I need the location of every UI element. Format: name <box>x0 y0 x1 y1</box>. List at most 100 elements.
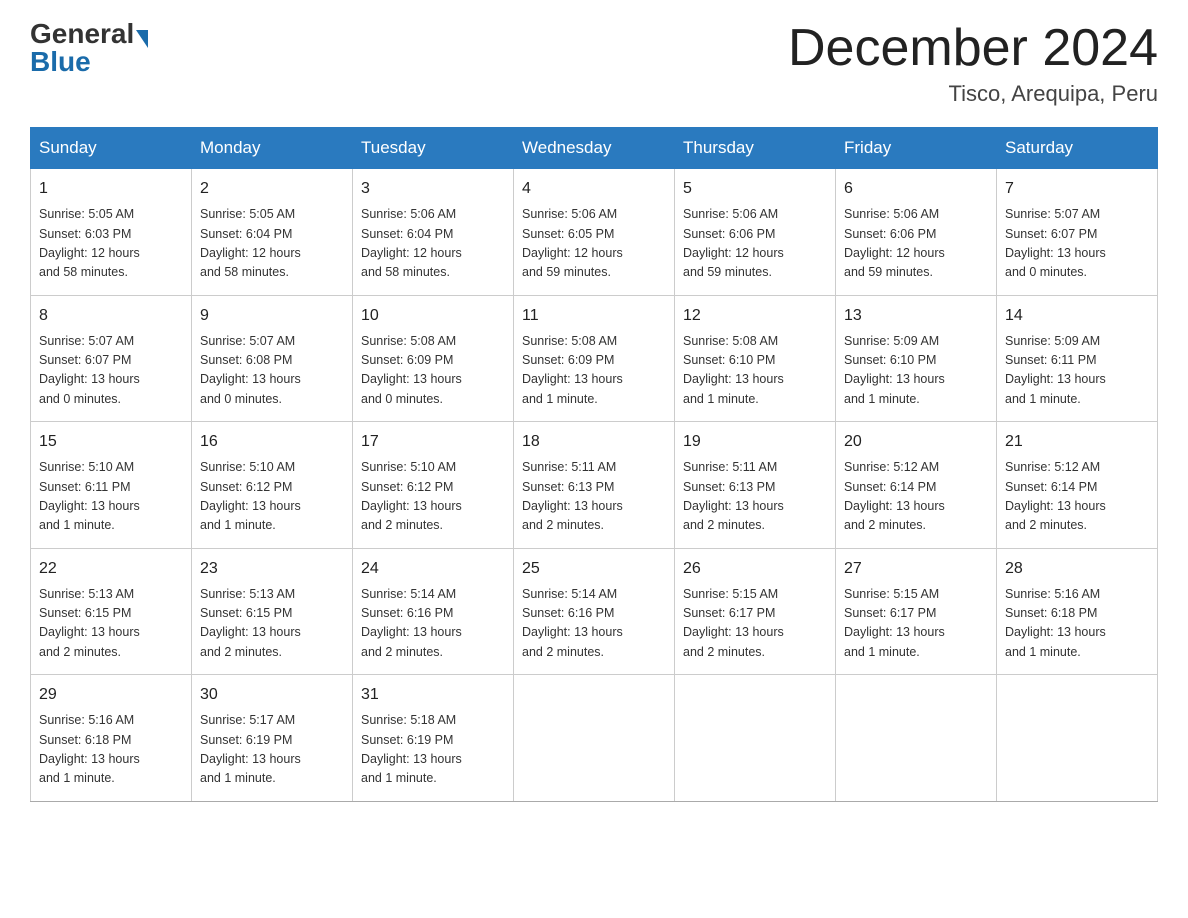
weekday-header-tuesday: Tuesday <box>353 128 514 169</box>
location-subtitle: Tisco, Arequipa, Peru <box>788 81 1158 107</box>
weekday-header-saturday: Saturday <box>997 128 1158 169</box>
day-number: 5 <box>683 177 827 201</box>
day-number: 21 <box>1005 430 1149 454</box>
calendar-cell: 17Sunrise: 5:10 AMSunset: 6:12 PMDayligh… <box>353 422 514 549</box>
logo-general: General <box>30 20 134 48</box>
day-number: 19 <box>683 430 827 454</box>
weekday-header-sunday: Sunday <box>31 128 192 169</box>
day-number: 13 <box>844 304 988 328</box>
calendar-cell: 15Sunrise: 5:10 AMSunset: 6:11 PMDayligh… <box>31 422 192 549</box>
day-number: 8 <box>39 304 183 328</box>
calendar-cell: 12 Sunrise: 5:08 AMSunset: 6:10 PMDayligh… <box>675 295 836 422</box>
logo: General Blue <box>30 20 148 76</box>
day-number: 29 <box>39 683 183 707</box>
calendar-cell: 9 Sunrise: 5:07 AMSunset: 6:08 PMDaylight… <box>192 295 353 422</box>
weekday-header-thursday: Thursday <box>675 128 836 169</box>
calendar-cell <box>836 675 997 802</box>
day-info: Sunrise: 5:08 AMSunset: 6:09 PMDaylight:… <box>522 332 666 410</box>
calendar-cell: 2 Sunrise: 5:05 AMSunset: 6:04 PMDaylight… <box>192 169 353 296</box>
day-info: Sunrise: 5:08 AMSunset: 6:10 PMDaylight:… <box>683 332 827 410</box>
day-info: Sunrise: 5:13 AMSunset: 6:15 PMDaylight:… <box>200 585 344 663</box>
logo-blue: Blue <box>30 48 91 76</box>
day-number: 10 <box>361 304 505 328</box>
day-info: Sunrise: 5:17 AMSunset: 6:19 PMDaylight:… <box>200 711 344 789</box>
day-info: Sunrise: 5:10 AMSunset: 6:12 PMDaylight:… <box>361 458 505 536</box>
day-info: Sunrise: 5:10 AMSunset: 6:11 PMDaylight:… <box>39 458 183 536</box>
day-number: 30 <box>200 683 344 707</box>
calendar-cell: 11 Sunrise: 5:08 AMSunset: 6:09 PMDayligh… <box>514 295 675 422</box>
day-number: 9 <box>200 304 344 328</box>
day-info: Sunrise: 5:07 AMSunset: 6:08 PMDaylight:… <box>200 332 344 410</box>
calendar-cell: 5 Sunrise: 5:06 AMSunset: 6:06 PMDaylight… <box>675 169 836 296</box>
day-info: Sunrise: 5:16 AMSunset: 6:18 PMDaylight:… <box>1005 585 1149 663</box>
day-number: 3 <box>361 177 505 201</box>
day-number: 7 <box>1005 177 1149 201</box>
calendar-cell: 29Sunrise: 5:16 AMSunset: 6:18 PMDayligh… <box>31 675 192 802</box>
weekday-header-friday: Friday <box>836 128 997 169</box>
day-info: Sunrise: 5:08 AMSunset: 6:09 PMDaylight:… <box>361 332 505 410</box>
logo-arrow-icon <box>136 30 148 48</box>
calendar-cell: 8 Sunrise: 5:07 AMSunset: 6:07 PMDaylight… <box>31 295 192 422</box>
calendar-cell <box>997 675 1158 802</box>
day-number: 6 <box>844 177 988 201</box>
weekday-header-monday: Monday <box>192 128 353 169</box>
calendar-cell: 3 Sunrise: 5:06 AMSunset: 6:04 PMDaylight… <box>353 169 514 296</box>
day-info: Sunrise: 5:06 AMSunset: 6:06 PMDaylight:… <box>683 205 827 283</box>
day-number: 22 <box>39 557 183 581</box>
day-info: Sunrise: 5:14 AMSunset: 6:16 PMDaylight:… <box>522 585 666 663</box>
calendar-cell: 31Sunrise: 5:18 AMSunset: 6:19 PMDayligh… <box>353 675 514 802</box>
calendar-cell: 23 Sunrise: 5:13 AMSunset: 6:15 PMDayligh… <box>192 548 353 675</box>
day-info: Sunrise: 5:13 AMSunset: 6:15 PMDaylight:… <box>39 585 183 663</box>
calendar-cell: 26 Sunrise: 5:15 AMSunset: 6:17 PMDayligh… <box>675 548 836 675</box>
calendar-cell: 30 Sunrise: 5:17 AMSunset: 6:19 PMDayligh… <box>192 675 353 802</box>
day-number: 25 <box>522 557 666 581</box>
day-number: 28 <box>1005 557 1149 581</box>
calendar-cell: 20 Sunrise: 5:12 AMSunset: 6:14 PMDayligh… <box>836 422 997 549</box>
day-info: Sunrise: 5:05 AMSunset: 6:04 PMDaylight:… <box>200 205 344 283</box>
day-info: Sunrise: 5:15 AMSunset: 6:17 PMDaylight:… <box>683 585 827 663</box>
day-info: Sunrise: 5:10 AMSunset: 6:12 PMDaylight:… <box>200 458 344 536</box>
day-info: Sunrise: 5:06 AMSunset: 6:04 PMDaylight:… <box>361 205 505 283</box>
calendar-cell: 19 Sunrise: 5:11 AMSunset: 6:13 PMDayligh… <box>675 422 836 549</box>
day-number: 2 <box>200 177 344 201</box>
calendar-week-row: 22 Sunrise: 5:13 AMSunset: 6:15 PMDayligh… <box>31 548 1158 675</box>
day-number: 4 <box>522 177 666 201</box>
day-info: Sunrise: 5:07 AMSunset: 6:07 PMDaylight:… <box>39 332 183 410</box>
day-info: Sunrise: 5:06 AMSunset: 6:06 PMDaylight:… <box>844 205 988 283</box>
day-info: Sunrise: 5:07 AMSunset: 6:07 PMDaylight:… <box>1005 205 1149 283</box>
day-info: Sunrise: 5:11 AMSunset: 6:13 PMDaylight:… <box>522 458 666 536</box>
weekday-header-row: SundayMondayTuesdayWednesdayThursdayFrid… <box>31 128 1158 169</box>
calendar-cell <box>514 675 675 802</box>
day-info: Sunrise: 5:15 AMSunset: 6:17 PMDaylight:… <box>844 585 988 663</box>
day-info: Sunrise: 5:14 AMSunset: 6:16 PMDaylight:… <box>361 585 505 663</box>
day-number: 18 <box>522 430 666 454</box>
day-info: Sunrise: 5:12 AMSunset: 6:14 PMDaylight:… <box>1005 458 1149 536</box>
calendar-week-row: 8 Sunrise: 5:07 AMSunset: 6:07 PMDaylight… <box>31 295 1158 422</box>
day-info: Sunrise: 5:12 AMSunset: 6:14 PMDaylight:… <box>844 458 988 536</box>
calendar-cell: 10 Sunrise: 5:08 AMSunset: 6:09 PMDayligh… <box>353 295 514 422</box>
day-info: Sunrise: 5:09 AMSunset: 6:11 PMDaylight:… <box>1005 332 1149 410</box>
page-header: General Blue December 2024 Tisco, Arequi… <box>30 20 1158 107</box>
day-number: 26 <box>683 557 827 581</box>
day-number: 11 <box>522 304 666 328</box>
calendar-cell: 18 Sunrise: 5:11 AMSunset: 6:13 PMDayligh… <box>514 422 675 549</box>
calendar-cell: 21 Sunrise: 5:12 AMSunset: 6:14 PMDayligh… <box>997 422 1158 549</box>
calendar-cell <box>675 675 836 802</box>
calendar-cell: 7 Sunrise: 5:07 AMSunset: 6:07 PMDaylight… <box>997 169 1158 296</box>
month-year-title: December 2024 <box>788 20 1158 77</box>
calendar-cell: 22 Sunrise: 5:13 AMSunset: 6:15 PMDayligh… <box>31 548 192 675</box>
day-number: 27 <box>844 557 988 581</box>
calendar-week-row: 1Sunrise: 5:05 AMSunset: 6:03 PMDaylight… <box>31 169 1158 296</box>
calendar-week-row: 29Sunrise: 5:16 AMSunset: 6:18 PMDayligh… <box>31 675 1158 802</box>
day-number: 12 <box>683 304 827 328</box>
day-number: 23 <box>200 557 344 581</box>
calendar-week-row: 15Sunrise: 5:10 AMSunset: 6:11 PMDayligh… <box>31 422 1158 549</box>
calendar-cell: 13Sunrise: 5:09 AMSunset: 6:10 PMDayligh… <box>836 295 997 422</box>
calendar-cell: 24Sunrise: 5:14 AMSunset: 6:16 PMDayligh… <box>353 548 514 675</box>
day-info: Sunrise: 5:06 AMSunset: 6:05 PMDaylight:… <box>522 205 666 283</box>
day-number: 31 <box>361 683 505 707</box>
calendar-cell: 14 Sunrise: 5:09 AMSunset: 6:11 PMDayligh… <box>997 295 1158 422</box>
day-info: Sunrise: 5:11 AMSunset: 6:13 PMDaylight:… <box>683 458 827 536</box>
day-number: 14 <box>1005 304 1149 328</box>
day-number: 20 <box>844 430 988 454</box>
